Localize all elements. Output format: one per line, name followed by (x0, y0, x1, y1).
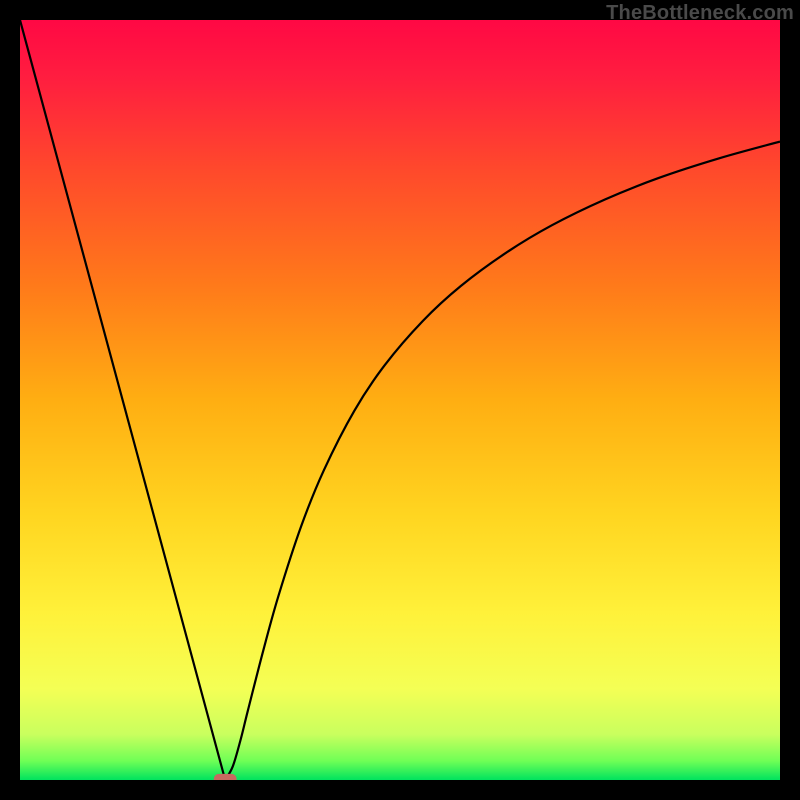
optimal-point-marker (214, 774, 237, 780)
bottleneck-chart (20, 20, 780, 780)
attribution-text: TheBottleneck.com (606, 2, 794, 25)
chart-frame (20, 20, 780, 780)
gradient-background (20, 20, 780, 780)
